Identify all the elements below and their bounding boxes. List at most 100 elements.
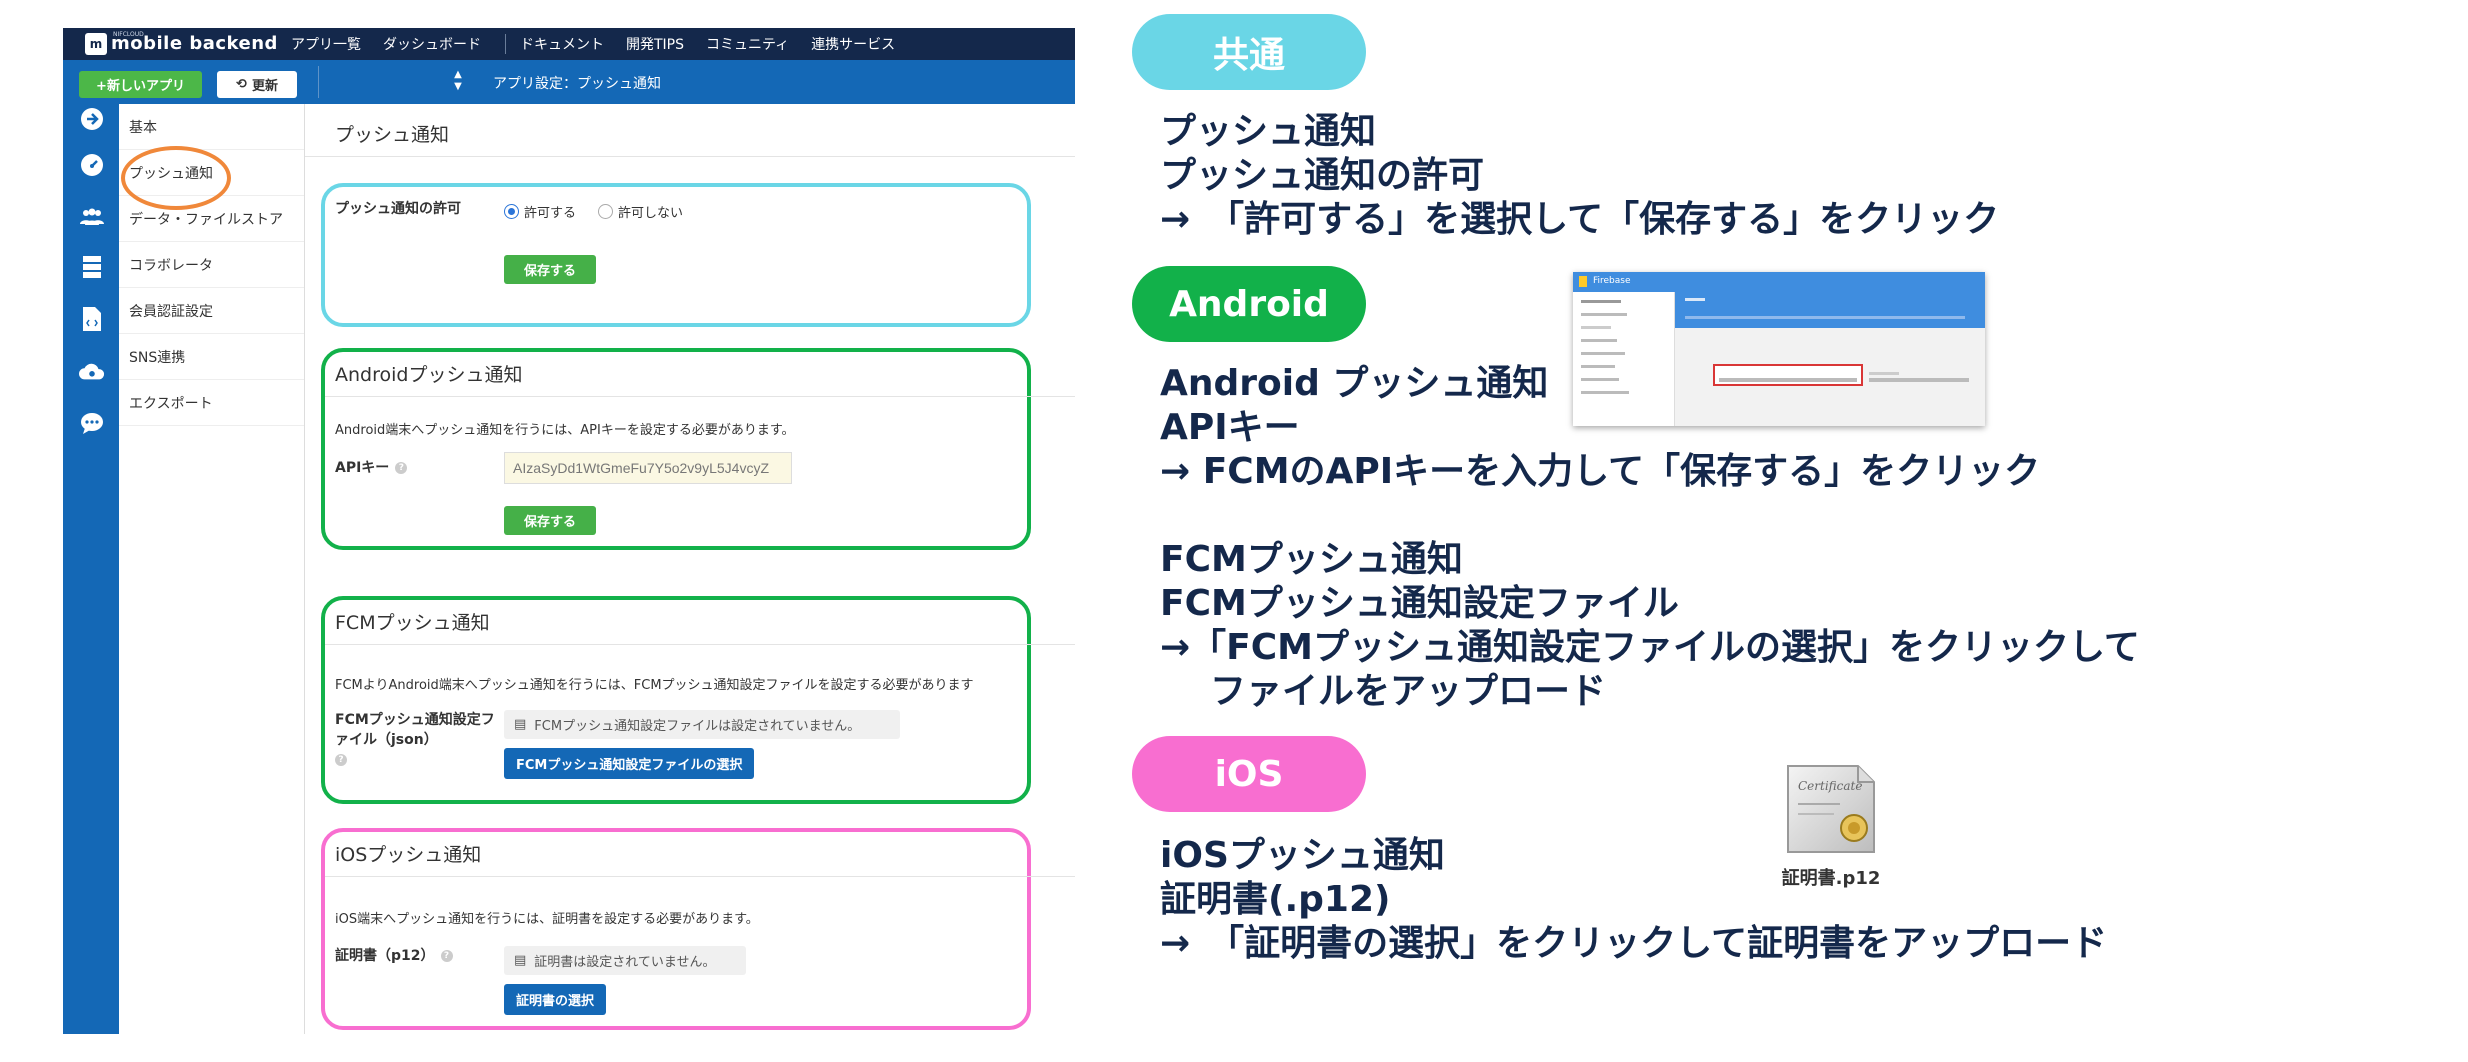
fcm-panel-divider <box>325 644 1075 645</box>
app-setting-breadcrumb: アプリ設定：プッシュ通知 <box>493 76 661 92</box>
menu-item-push[interactable]: プッシュ通知 <box>119 150 304 196</box>
fcm-file-status-text: FCMプッシュ通知設定ファイルは設定されていません。 <box>534 719 861 734</box>
fcm-desc: FCMよりAndroid端末へプッシュ通知を行うには、FCMプッシュ通知設定ファ… <box>335 678 974 693</box>
cert-select-button[interactable]: 証明書の選択 <box>504 984 607 1015</box>
common-pill: 共通 <box>1132 14 1366 90</box>
ios-line-2: 証明書(.p12) <box>1160 879 1391 920</box>
fcm-push-panel: FCMプッシュ通知 FCMよりAndroid端末へプッシュ通知を行うには、FCM… <box>321 596 1075 804</box>
toolbar-divider <box>318 66 319 98</box>
title-divider <box>305 156 1075 157</box>
server-key-highlight <box>1713 364 1863 386</box>
firebase-settings-tabs <box>1675 292 1985 328</box>
radio-deny-circle <box>598 204 613 219</box>
common-save-button[interactable]: 保存する <box>504 255 596 284</box>
file-icon: ▤ <box>514 717 527 732</box>
common-line-2: プッシュ通知の許可 <box>1160 155 1485 196</box>
app-select-arrows-icon[interactable]: ▲ ▼ <box>452 69 464 95</box>
cert-filename: 証明書.p12 <box>1781 868 1881 889</box>
page-title: プッシュ通知 <box>335 124 450 146</box>
menu-item-sns[interactable]: SNS連携 <box>119 334 304 380</box>
icon-sidebar <box>63 104 119 1034</box>
help-icon[interactable]: ? <box>395 462 408 474</box>
main-content: プッシュ通知 プッシュ通知の許可 許可する 許可しない 保存する Android… <box>305 104 1075 1034</box>
cert-status: ▤ 証明書は設定されていません。 <box>504 946 746 975</box>
nav-community[interactable]: コミュニティ <box>706 34 789 54</box>
fcm-file-status: ▤ FCMプッシュ通知設定ファイルは設定されていません。 <box>504 710 900 739</box>
cert-label: 証明書（p12）? <box>335 946 453 966</box>
radio-allow-circle <box>504 204 519 219</box>
file-icon: ▤ <box>514 953 527 968</box>
common-push-panel: プッシュ通知の許可 許可する 許可しない 保存する <box>321 183 1031 327</box>
android-line-2: APIキー <box>1160 407 1300 448</box>
refresh-button[interactable]: ⟲ 更新 <box>217 71 297 98</box>
fcm-file-label: FCMプッシュ通知設定ファイル（json）? <box>335 710 505 770</box>
firebase-flame-icon <box>1579 276 1587 287</box>
chat-bubble-icon[interactable] <box>79 410 105 436</box>
sender-id-field <box>1869 372 1969 382</box>
ios-panel-divider <box>325 876 1075 877</box>
menu-item-export[interactable]: エクスポート <box>119 380 304 426</box>
android-line-1: Android プッシュ通知 <box>1160 363 1549 404</box>
android-pill: Android <box>1132 266 1366 342</box>
firebase-header: Firebase <box>1573 272 1985 292</box>
logo[interactable]: m mobile backend NIFCLOUD <box>85 31 291 55</box>
fcm-line-4: ファイルをアップロード <box>1210 671 1607 712</box>
firebase-console-thumbnail: Firebase <box>1573 272 1985 426</box>
certificate-graphic: Certificate <box>1787 765 1875 853</box>
android-panel-divider <box>325 396 1075 397</box>
nav-dashboard[interactable]: ダッシュボード <box>383 34 481 54</box>
ios-panel-title: iOSプッシュ通知 <box>335 844 482 866</box>
cert-label-text: 証明書（p12） <box>335 948 435 964</box>
help-icon[interactable]: ? <box>335 754 347 766</box>
ncmb-console-screenshot: m mobile backend NIFCLOUD アプリ一覧 ダッシュボード … <box>63 28 1075 1034</box>
api-key-label: APIキー? <box>335 458 408 478</box>
push-permission-label: プッシュ通知の許可 <box>335 201 461 217</box>
menu-item-member-auth[interactable]: 会員認証設定 <box>119 288 304 334</box>
database-icon[interactable] <box>79 254 105 280</box>
ios-push-panel: iOSプッシュ通知 iOS端末へプッシュ通知を行うには、証明書を設定する必要があ… <box>321 828 1075 1030</box>
firebase-sidebar <box>1573 292 1675 426</box>
firebase-title: Firebase <box>1593 276 1631 286</box>
nav-integrations[interactable]: 連携サービス <box>811 34 895 54</box>
fcm-panel-title: FCMプッシュ通知 <box>335 612 490 634</box>
android-push-panel: Androidプッシュ通知 Android端末へプッシュ通知を行うには、APIキ… <box>321 348 1075 550</box>
fcm-line-3: →「FCMプッシュ通知設定ファイルの選択」をクリックして <box>1160 627 2140 668</box>
logo-sub: NIFCLOUD <box>113 31 144 38</box>
menu-item-basic[interactable]: 基本 <box>119 104 304 150</box>
cert-script-text: Certificate <box>1798 779 1862 793</box>
nav-divider <box>505 34 506 54</box>
nav-dev-tips[interactable]: 開発TIPS <box>626 34 684 54</box>
cert-status-text: 証明書は設定されていません。 <box>534 955 716 970</box>
top-navigation-bar: m mobile backend NIFCLOUD アプリ一覧 ダッシュボード … <box>63 28 1075 60</box>
ios-desc: iOS端末へプッシュ通知を行うには、証明書を設定する必要があります。 <box>335 912 759 927</box>
settings-side-menu: 基本 プッシュ通知 データ・ファイルストア コラボレータ 会員認証設定 SNS連… <box>119 104 305 1034</box>
nav-app-list[interactable]: アプリ一覧 <box>291 34 361 54</box>
api-key-input[interactable]: AIzaSyDd1WtGmeFu7Y5o2v9yL5J4vcyZ <box>504 452 792 484</box>
android-line-3: → FCMのAPIキーを入力して「保存する」をクリック <box>1160 451 2041 492</box>
radio-allow-label: 許可する <box>524 206 577 221</box>
radio-allow[interactable]: 許可する <box>504 202 576 221</box>
android-save-button[interactable]: 保存する <box>504 506 596 535</box>
ios-line-3: → 「証明書の選択」をクリックして証明書をアップロード <box>1160 923 2108 964</box>
cloud-settings-icon[interactable] <box>79 358 105 384</box>
menu-item-datastore[interactable]: データ・ファイルストア <box>119 196 304 242</box>
radio-deny[interactable]: 許可しない <box>598 202 683 221</box>
nav-documents[interactable]: ドキュメント <box>520 34 604 54</box>
fcm-line-2: FCMプッシュ通知設定ファイル <box>1160 583 1679 624</box>
refresh-label: 更新 <box>251 79 278 94</box>
common-line-3: → 「許可する」を選択して「保存する」をクリック <box>1160 199 2000 240</box>
help-icon[interactable]: ? <box>440 950 453 962</box>
ios-line-1: iOSプッシュ通知 <box>1160 835 1445 876</box>
app-toolbar: +新しいアプリ ⟲ 更新 ▲ ▼ アプリ設定：プッシュ通知 <box>63 60 1075 104</box>
api-key-label-text: APIキー <box>335 460 390 476</box>
new-app-button[interactable]: +新しいアプリ <box>79 71 202 98</box>
menu-item-collaborator[interactable]: コラボレータ <box>119 242 304 288</box>
users-icon[interactable] <box>79 204 105 230</box>
certificate-file-icon: Certificate 証明書.p12 <box>1768 760 1894 890</box>
script-file-icon[interactable] <box>79 306 105 332</box>
ios-pill: iOS <box>1132 736 1366 812</box>
fcm-file-select-button[interactable]: FCMプッシュ通知設定ファイルの選択 <box>504 748 755 779</box>
dashboard-gauge-icon[interactable] <box>79 152 105 178</box>
logo-mark: m <box>85 33 107 55</box>
arrow-right-icon[interactable] <box>79 106 105 132</box>
